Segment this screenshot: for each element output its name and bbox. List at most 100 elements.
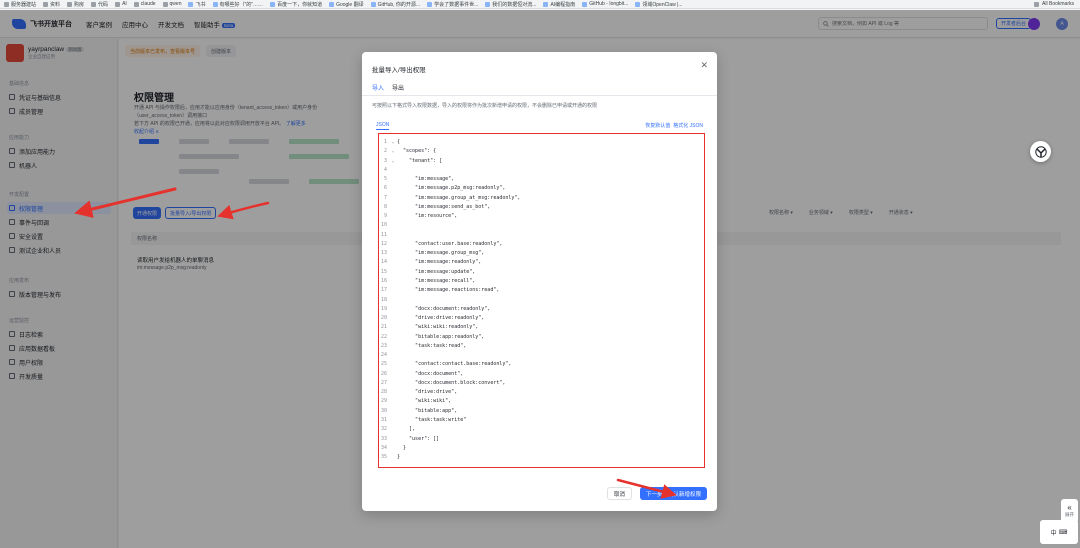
cancel-button[interactable]: 取消 bbox=[606, 487, 632, 500]
bookmark-item[interactable]: 资料 bbox=[43, 1, 60, 8]
next-confirm-button[interactable]: 下一步，确认新增权限 bbox=[639, 487, 707, 500]
restore-default-link[interactable]: 恢复默认值 bbox=[645, 122, 670, 129]
gutter bbox=[389, 231, 397, 240]
line-number: 25 bbox=[380, 361, 387, 368]
json-format-tab[interactable]: JSON bbox=[376, 122, 390, 130]
gutter bbox=[389, 360, 397, 369]
line-number: 9 bbox=[383, 213, 387, 220]
gutter bbox=[389, 203, 397, 212]
line-number: 13 bbox=[380, 250, 387, 257]
gutter bbox=[389, 240, 397, 249]
code-line: 19 "docx:document:readonly", bbox=[379, 305, 704, 314]
json-actions: 恢复默认值 格式化 JSON bbox=[645, 122, 703, 129]
code-line: 30 "bitable:app", bbox=[379, 407, 704, 416]
code-line: 27 "docx:document.block:convert", bbox=[379, 379, 704, 388]
line-number: 8 bbox=[383, 203, 387, 210]
close-icon[interactable]: ✕ bbox=[700, 61, 708, 70]
all-bookmarks[interactable]: All Bookmarks bbox=[1034, 1, 1074, 7]
bookmark-item[interactable]: 学会了数据事件世... bbox=[427, 1, 478, 8]
folder-icon bbox=[133, 1, 139, 7]
bookmark-item[interactable]: 我们的数据恒对流... bbox=[485, 1, 536, 8]
code-line: 22 "bitable:app:readonly", bbox=[379, 333, 704, 342]
line-number: 22 bbox=[380, 333, 387, 340]
folder-icon bbox=[67, 1, 73, 7]
gutter bbox=[389, 379, 397, 388]
code-line: 17 "im:message.reactions:read", bbox=[379, 286, 704, 295]
favicon-icon bbox=[427, 1, 433, 7]
line-number: 11 bbox=[380, 231, 387, 238]
code-line: 15 "im:message:update", bbox=[379, 268, 704, 277]
bookmark-item[interactable]: GitHub, 你的开源... bbox=[370, 1, 420, 8]
bookmark-item[interactable]: 服务器建站 bbox=[4, 1, 36, 8]
line-number: 34 bbox=[380, 444, 387, 451]
bookmark-item[interactable]: qwen bbox=[162, 1, 181, 7]
assistant-float-button[interactable] bbox=[1030, 141, 1051, 162]
code-line: 25 "contact:contact.base:readonly", bbox=[379, 360, 704, 369]
bookmark-item[interactable]: 有哪些好（"的"…… bbox=[212, 1, 263, 8]
fold-chevron-icon[interactable]: ⌄ bbox=[389, 147, 397, 156]
gutter bbox=[389, 286, 397, 295]
ime-icon: ⌨ bbox=[1058, 529, 1068, 536]
line-number: 21 bbox=[380, 324, 387, 331]
bookmark-item[interactable]: GitHub - Iongbit... bbox=[582, 1, 628, 7]
code-line: 8 "im:message:send_as_bot", bbox=[379, 203, 704, 212]
line-number: 15 bbox=[380, 268, 387, 275]
gutter bbox=[389, 425, 397, 434]
favicon-icon bbox=[188, 1, 194, 7]
line-number: 3 bbox=[383, 157, 387, 164]
bookmark-item[interactable]: claude bbox=[133, 1, 156, 7]
gutter bbox=[389, 305, 397, 314]
gutter bbox=[389, 184, 397, 193]
code-line: 21 "wiki:wiki:readonly", bbox=[379, 323, 704, 332]
code-line: 34 } bbox=[379, 444, 704, 453]
code-line: 3 ⌄ "tenant": [ bbox=[379, 157, 704, 166]
folder-icon bbox=[4, 1, 9, 7]
ime-toolbar[interactable]: 中 ⌨ bbox=[1040, 520, 1078, 544]
line-number: 14 bbox=[380, 259, 387, 266]
line-number: 18 bbox=[380, 296, 387, 303]
gutter bbox=[389, 258, 397, 267]
code-area[interactable]: 1 ⌄{2 ⌄ "scopes": {3 ⌄ "tenant": [4 5 "im:me… bbox=[379, 134, 704, 462]
gutter bbox=[389, 221, 397, 230]
favicon-icon bbox=[270, 1, 276, 7]
gutter bbox=[389, 370, 397, 379]
code-line: 10 bbox=[379, 221, 704, 230]
bookmark-item[interactable]: 购房 bbox=[67, 1, 84, 8]
code-line: 11 bbox=[379, 231, 704, 240]
line-number: 23 bbox=[380, 342, 387, 349]
fold-chevron-icon[interactable]: ⌄ bbox=[389, 157, 397, 166]
line-number: 28 bbox=[380, 389, 387, 396]
bookmarks-bar: 服务器建站 资料 购房 代码 AI claude qwen 飞书 有哪些好（"的"…… 百度一下，… bbox=[0, 0, 1080, 9]
bookmark-item[interactable]: AI bbox=[115, 1, 127, 7]
gutter bbox=[389, 453, 397, 462]
bookmark-item[interactable]: 飞书 bbox=[188, 1, 206, 8]
bookmark-item[interactable]: 百度一下，你就知道 bbox=[270, 1, 322, 8]
gutter bbox=[389, 323, 397, 332]
line-number: 33 bbox=[380, 435, 387, 442]
bookmark-item[interactable]: 代码 bbox=[91, 1, 108, 8]
bookmark-item[interactable]: Google 翻译 bbox=[329, 1, 364, 8]
gutter bbox=[389, 435, 397, 444]
code-line: 6 "im:message.p2p_msg:readonly", bbox=[379, 184, 704, 193]
bookmark-item[interactable]: 领域OpenClaw |... bbox=[635, 1, 683, 8]
code-line: 24 bbox=[379, 351, 704, 360]
bookmark-item[interactable]: AI编程指南 bbox=[543, 1, 575, 8]
fold-chevron-icon[interactable]: ⌄ bbox=[389, 138, 397, 147]
gutter bbox=[389, 277, 397, 286]
gutter bbox=[389, 342, 397, 351]
code-line: 1 ⌄{ bbox=[379, 138, 704, 147]
line-number: 5 bbox=[383, 176, 387, 183]
line-number: 29 bbox=[380, 398, 387, 405]
json-editor[interactable]: 1 ⌄{2 ⌄ "scopes": {3 ⌄ "tenant": [4 5 "im:me… bbox=[378, 133, 705, 468]
gutter bbox=[389, 397, 397, 406]
line-number: 27 bbox=[380, 379, 387, 386]
gutter bbox=[389, 388, 397, 397]
gutter bbox=[389, 333, 397, 342]
format-json-link[interactable]: 格式化 JSON bbox=[673, 122, 703, 129]
code-line: 26 "docx:document", bbox=[379, 370, 704, 379]
batch-import-modal: 批量导入/导出权限 ✕ 导入 导出 可按照以下格式导入权限数据，导入的权限将作为… bbox=[362, 52, 717, 511]
line-number: 10 bbox=[380, 222, 387, 229]
favicon-icon bbox=[329, 1, 335, 7]
gutter bbox=[389, 268, 397, 277]
gutter bbox=[389, 416, 397, 425]
